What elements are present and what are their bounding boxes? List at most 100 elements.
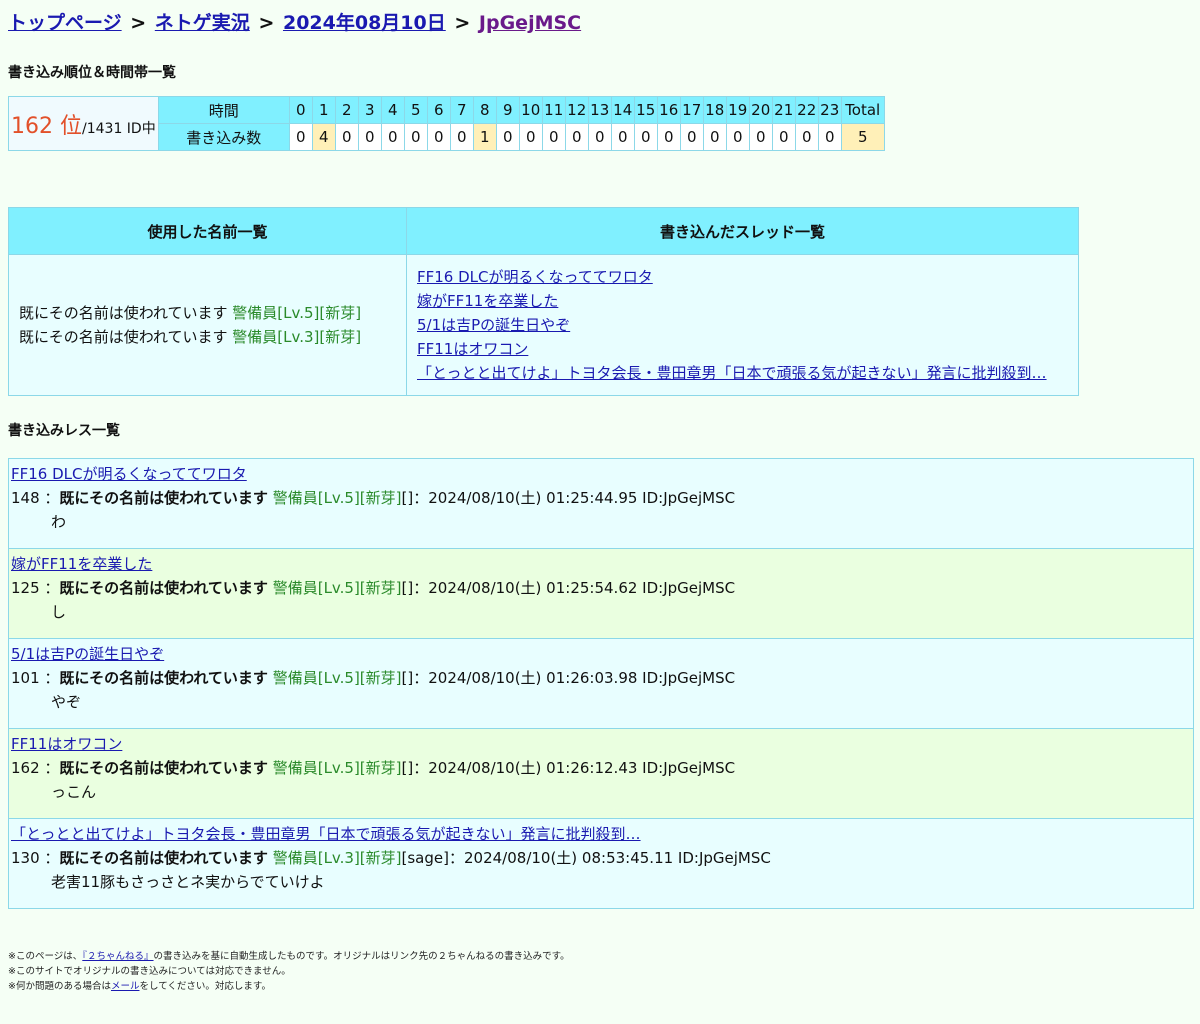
hour-cell: 21 [771, 96, 796, 124]
rank-total: /1431 ID中 [82, 120, 156, 137]
hour-cell: 11 [541, 96, 566, 124]
count-cell: 0 [656, 123, 681, 151]
breadcrumb-home-link[interactable]: トップページ [8, 12, 122, 34]
names-list: 既にその名前は使われています 警備員[Lv.5][新芽] 既にその名前は使われて… [8, 254, 407, 396]
count-cell: 0 [288, 123, 313, 151]
breadcrumb-separator: > [130, 12, 147, 34]
count-cell: 0 [357, 123, 382, 151]
hour-cell: 18 [702, 96, 727, 124]
hour-cell: 19 [725, 96, 750, 124]
thread-link[interactable]: 「とっとと出てけよ」トヨタ会長・豊田章男「日本で頑張る気が起きない」発言に批判殺… [417, 364, 1047, 382]
response-mail: [] [401, 759, 414, 777]
response-thread-link[interactable]: 5/1は吉Pの誕生日やぞ [11, 645, 164, 663]
footer-text: の書き込みを基に自動生成したものです。オリジナルはリンク先の２ちゃんねるの書き込… [153, 951, 570, 962]
rank-section-title: 書き込み順位＆時間帯一覧 [8, 65, 176, 81]
time-label: 時間 [157, 96, 290, 124]
hour-cell: 12 [564, 96, 589, 124]
hour-cell: 0 [288, 96, 313, 124]
count-cell: 0 [771, 123, 796, 151]
count-cell: 4 [311, 123, 336, 151]
breadcrumb-board-link[interactable]: ネトゲ実況 [155, 12, 250, 34]
response-datetime: 2024/08/10(土) 01:26:03.98 ID:JpGejMSC [428, 669, 736, 687]
count-cell: 0 [541, 123, 566, 151]
poster-name: 既にその名前は使われています [19, 304, 228, 322]
response-name: 既にその名前は使われています [59, 669, 268, 687]
response-body: し [51, 603, 67, 621]
responses-list: FF16 DLCが明るくなっててワロタ 148 ：既にその名前は使われています … [8, 458, 1194, 909]
count-cell: 0 [725, 123, 750, 151]
footer-text: をしてください。対応します。 [139, 981, 271, 992]
response-tag: 警備員[Lv.5][新芽] [272, 579, 402, 597]
count-cell: 0 [518, 123, 543, 151]
breadcrumb-separator: > [454, 12, 471, 34]
breadcrumb-id-link[interactable]: JpGejMSC [479, 12, 581, 34]
response-header: 162 ：既にその名前は使われています 警備員[Lv.5][新芽][]：2024… [11, 759, 736, 777]
response-body: やぞ [51, 693, 82, 711]
response-name: 既にその名前は使われています [59, 489, 268, 507]
threads-list: FF16 DLCが明るくなっててワロタ 嫁がFF11を卒業した 5/1は吉Pの誕… [406, 254, 1079, 396]
hour-cell: 1 [311, 96, 336, 124]
footer-text: ※このページは、 [8, 951, 83, 962]
breadcrumb: トップページ > ネトゲ実況 > 2024年08月10日 > JpGejMSC [8, 10, 1192, 40]
response-tag: 警備員[Lv.5][新芽] [272, 489, 402, 507]
response-body: わ [51, 513, 67, 531]
response-name: 既にその名前は使われています [59, 759, 268, 777]
response-body: 老害11豚もさっさとネ実からでていけよ [51, 873, 325, 891]
2ch-link[interactable]: 『２ちゃんねる』 [82, 951, 153, 962]
response-name: 既にその名前は使われています [59, 849, 268, 867]
response-item: 「とっとと出てけよ」トヨタ会長・豊田章男「日本で頑張る気が起きない」発言に批判殺… [9, 819, 1193, 909]
response-thread-link[interactable]: 嫁がFF11を卒業した [11, 555, 152, 573]
response-item: FF11はオワコン 162 ：既にその名前は使われています 警備員[Lv.5][… [9, 729, 1193, 819]
count-cell: 0 [334, 123, 359, 151]
footer-text: ※何か問題のある場合は [8, 981, 111, 992]
response-datetime: 2024/08/10(土) 01:25:44.95 ID:JpGejMSC [428, 489, 736, 507]
count-cell: 0 [679, 123, 704, 151]
hour-cell: 5 [403, 96, 428, 124]
thread-link[interactable]: 5/1は吉Pの誕生日やぞ [417, 316, 570, 334]
response-item: 嫁がFF11を卒業した 125 ：既にその名前は使われています 警備員[Lv.5… [9, 549, 1193, 639]
hour-cell: 7 [449, 96, 474, 124]
response-datetime: 2024/08/10(土) 08:53:45.11 ID:JpGejMSC [464, 849, 771, 867]
thread-link[interactable]: 嫁がFF11を卒業した [417, 292, 558, 310]
hour-cell: 6 [426, 96, 451, 124]
hour-cell: 4 [380, 96, 405, 124]
hour-cell: 22 [794, 96, 819, 124]
hour-cell: 15 [633, 96, 658, 124]
threads-header: 書き込んだスレッド一覧 [406, 207, 1079, 255]
poster-tag: 警備員[Lv.5][新芽] [232, 304, 362, 322]
footer: ※このページは、『２ちゃんねる』の書き込みを基に自動生成したものです。オリジナル… [8, 949, 1192, 994]
hour-cell: 13 [587, 96, 612, 124]
count-cell: 0 [403, 123, 428, 151]
response-thread-link[interactable]: 「とっとと出てけよ」トヨタ会長・豊田章男「日本で頑張る気が起きない」発言に批判殺… [11, 825, 641, 843]
thread-link[interactable]: FF16 DLCが明るくなっててワロタ [417, 268, 653, 286]
total-label: Total [840, 96, 885, 124]
response-datetime: 2024/08/10(土) 01:26:12.43 ID:JpGejMSC [428, 759, 736, 777]
count-cell: 0 [449, 123, 474, 151]
response-header: 125 ：既にその名前は使われています 警備員[Lv.5][新芽][]：2024… [11, 579, 736, 597]
breadcrumb-separator: > [258, 12, 275, 34]
response-tag: 警備員[Lv.5][新芽] [272, 669, 402, 687]
response-header: 130 ：既にその名前は使われています 警備員[Lv.3][新芽][sage]：… [11, 849, 771, 867]
count-cell: 0 [794, 123, 819, 151]
response-number: 162 [11, 759, 40, 777]
footer-line: ※このページは、『２ちゃんねる』の書き込みを基に自動生成したものです。オリジナル… [8, 949, 1192, 964]
poster-tag: 警備員[Lv.3][新芽] [232, 328, 362, 346]
response-thread-link[interactable]: FF11はオワコン [11, 735, 122, 753]
count-cell: 0 [610, 123, 635, 151]
rank-cell: 162 位/1431 ID中 [8, 96, 159, 151]
response-thread-link[interactable]: FF16 DLCが明るくなっててワロタ [11, 465, 247, 483]
hour-cell: 8 [472, 96, 497, 124]
count-cell: 0 [380, 123, 405, 151]
mail-link[interactable]: メール [111, 981, 140, 992]
name-entry: 既にその名前は使われています 警備員[Lv.5][新芽] [19, 301, 396, 325]
response-mail: [sage] [401, 849, 449, 867]
count-cell: 0 [587, 123, 612, 151]
response-number: 130 [11, 849, 40, 867]
hourly-posts-table: 162 位/1431 ID中 時間 0 1 2 3 4 5 6 7 8 9 10… [8, 96, 885, 151]
response-number: 125 [11, 579, 40, 597]
hour-cell: 20 [748, 96, 773, 124]
thread-link[interactable]: FF11はオワコン [417, 340, 528, 358]
response-mail: [] [401, 489, 414, 507]
breadcrumb-date-link[interactable]: 2024年08月10日 [283, 12, 446, 34]
hour-cell: 17 [679, 96, 704, 124]
